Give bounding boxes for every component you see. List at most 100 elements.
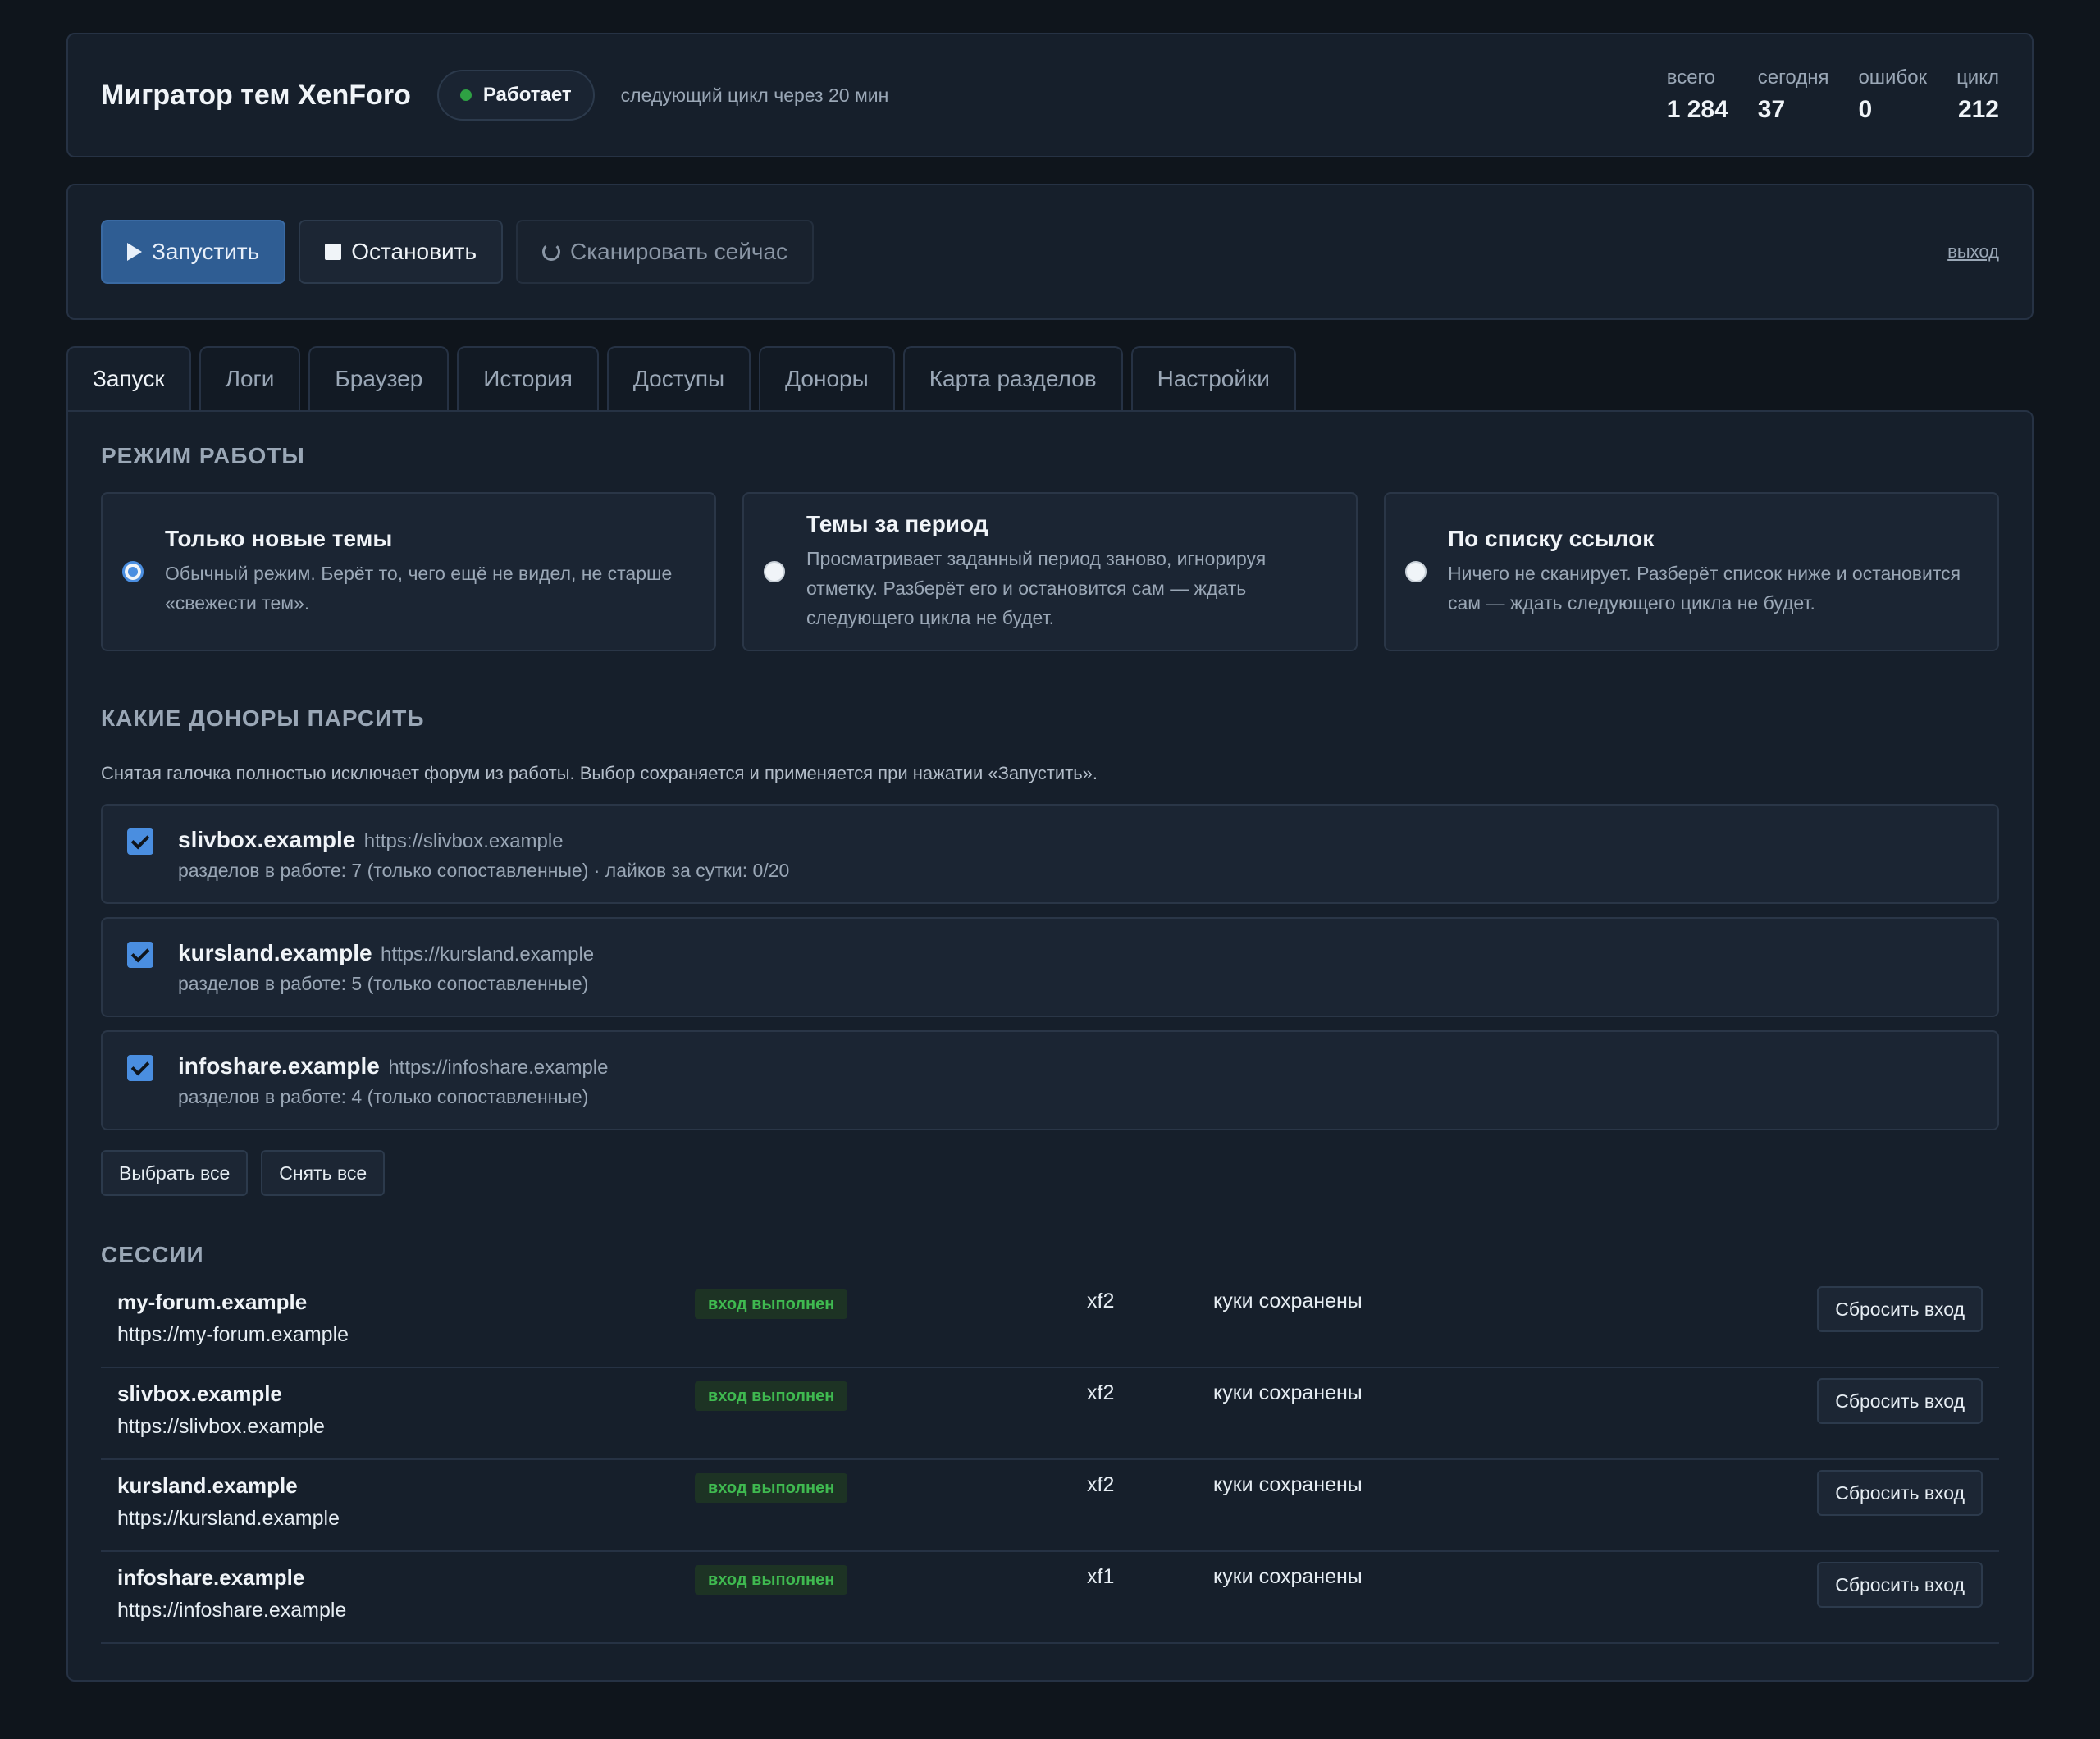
status-dot-icon	[459, 89, 472, 101]
tab-settings[interactable]: Настройки	[1130, 346, 1296, 410]
mode-option-title: Темы за период	[806, 511, 988, 536]
tab-history[interactable]: История	[457, 346, 599, 410]
tab-access[interactable]: Доступы	[606, 346, 751, 410]
donor-info: infoshare.example https://infoshare.exam…	[178, 1053, 608, 1108]
donor-name: kursland.example	[178, 940, 372, 965]
donor-name: slivbox.example	[178, 827, 356, 852]
session-status-cell: вход выполнен	[695, 1289, 1087, 1319]
stats-panel: всего 1 284 сегодня 37 ошибок 0 цикл 212	[1637, 66, 1999, 124]
session-site: infoshare.example https://infoshare.exam…	[117, 1565, 695, 1623]
mode-option-text: Только новые темы Обычный режим. Берёт т…	[165, 526, 695, 618]
mode-option-period[interactable]: Темы за период Просматривает заданный пе…	[742, 492, 1358, 651]
mode-radio-new-topics[interactable]	[122, 561, 144, 582]
app-root: Мигратор тем XenForo Работает следующий …	[66, 33, 2034, 1682]
session-row: my-forum.example https://my-forum.exampl…	[101, 1276, 1999, 1368]
header-bar: Мигратор тем XenForo Работает следующий …	[66, 33, 2034, 157]
tab-logs[interactable]: Логи	[199, 346, 301, 410]
donor-url: https://kursland.example	[381, 943, 595, 965]
status-label: Работает	[482, 84, 572, 106]
logout-link[interactable]: выход	[1947, 241, 1999, 262]
session-cookies: куки сохранены	[1213, 1473, 1363, 1496]
mode-option-link-list[interactable]: По списку ссылок Ничего не сканирует. Ра…	[1384, 492, 1999, 651]
refresh-icon	[542, 243, 561, 261]
donor-item[interactable]: infoshare.example https://infoshare.exam…	[101, 1030, 1999, 1130]
session-row: infoshare.example https://infoshare.exam…	[101, 1552, 1999, 1644]
stat-cycle-value: 212	[1957, 96, 1999, 123]
session-site: my-forum.example https://my-forum.exampl…	[117, 1289, 695, 1347]
stop-button[interactable]: Остановить	[299, 220, 504, 284]
stat-cycle-label: цикл	[1956, 66, 1999, 89]
reset-login-button[interactable]: Сбросить вход	[1817, 1470, 1983, 1516]
tab-browser[interactable]: Браузер	[308, 346, 450, 410]
mode-option-new-topics[interactable]: Только новые темы Обычный режим. Берёт т…	[101, 492, 716, 651]
mode-option-desc: Просматривает заданный период заново, иг…	[806, 548, 1267, 628]
deselect-all-button[interactable]: Снять все	[261, 1150, 386, 1196]
login-status-badge: вход выполнен	[695, 1565, 848, 1595]
select-all-button[interactable]: Выбрать все	[101, 1150, 249, 1196]
session-name: infoshare.example	[117, 1565, 305, 1590]
session-cookies: куки сохранены	[1213, 1381, 1363, 1404]
session-name: my-forum.example	[117, 1289, 308, 1314]
stop-icon	[325, 244, 342, 260]
donor-info: slivbox.example https://slivbox.example …	[178, 827, 789, 882]
mode-section-title: Режим работы	[101, 443, 305, 468]
scan-now-button-label: Сканировать сейчас	[570, 239, 788, 264]
login-status-badge: вход выполнен	[695, 1381, 848, 1411]
donor-select-buttons: Выбрать все Снять все	[101, 1150, 1999, 1196]
donor-checkbox[interactable]	[127, 1055, 153, 1081]
stat-errors-label: ошибок	[1858, 66, 1928, 89]
stat-today: сегодня 37	[1758, 66, 1829, 124]
tab-donors[interactable]: Доноры	[759, 346, 895, 410]
donor-checkbox[interactable]	[127, 828, 153, 855]
donor-item[interactable]: kursland.example https://kursland.exampl…	[101, 917, 1999, 1017]
session-status-cell: вход выполнен	[695, 1473, 1087, 1503]
donor-meta: разделов в работе: 4 (только сопоставлен…	[178, 1086, 589, 1107]
sessions-section-title: Сессии	[101, 1242, 204, 1267]
stat-errors-value: 0	[1858, 96, 1873, 123]
donor-meta: разделов в работе: 7 (только сопоставлен…	[178, 860, 790, 881]
session-engine: xf2	[1087, 1289, 1115, 1312]
session-engine: xf2	[1087, 1473, 1115, 1496]
stop-button-label: Остановить	[351, 239, 477, 264]
scan-now-button[interactable]: Сканировать сейчас	[516, 220, 815, 284]
donors-hint: Снятая галочка полностью исключает форум…	[101, 763, 1098, 783]
stat-total: всего 1 284	[1667, 66, 1728, 124]
donors-section-title: Какие доноры парсить	[101, 705, 425, 731]
mode-radio-link-list[interactable]	[1405, 561, 1427, 582]
tab-section-map[interactable]: Карта разделов	[902, 346, 1123, 410]
session-url: https://my-forum.example	[117, 1323, 349, 1346]
reset-login-button[interactable]: Сбросить вход	[1817, 1286, 1983, 1332]
session-url: https://kursland.example	[117, 1507, 340, 1530]
mode-option-text: По списку ссылок Ничего не сканирует. Ра…	[1448, 526, 1978, 618]
session-row: slivbox.example https://slivbox.example …	[101, 1368, 1999, 1460]
mode-option-title: По списку ссылок	[1448, 526, 1655, 551]
launch-panel: Режим работы Только новые темы Обычный р…	[66, 410, 2034, 1682]
stat-cycle: цикл 212	[1956, 66, 1999, 124]
session-site: slivbox.example https://slivbox.example	[117, 1381, 695, 1439]
sessions-table: my-forum.example https://my-forum.exampl…	[101, 1276, 1999, 1644]
session-status-cell: вход выполнен	[695, 1381, 1087, 1411]
session-name: kursland.example	[117, 1473, 298, 1498]
session-row: kursland.example https://kursland.exampl…	[101, 1460, 1999, 1552]
mode-option-text: Темы за период Просматривает заданный пе…	[806, 511, 1336, 632]
controls-bar: Запустить Остановить Сканировать сейчас …	[66, 184, 2034, 320]
stat-errors: ошибок 0	[1858, 66, 1927, 124]
donor-checkbox[interactable]	[127, 942, 153, 968]
donor-item[interactable]: slivbox.example https://slivbox.example …	[101, 804, 1999, 904]
tab-bar: Запуск Логи Браузер История Доступы Доно…	[66, 346, 2034, 410]
stat-today-label: сегодня	[1757, 66, 1829, 89]
mode-option-desc: Обычный режим. Берёт то, чего ещё не вид…	[165, 563, 673, 614]
stat-today-value: 37	[1757, 96, 1786, 123]
session-url: https://infoshare.example	[117, 1599, 347, 1622]
start-button[interactable]: Запустить	[101, 220, 286, 284]
session-engine: xf2	[1087, 1381, 1115, 1404]
donor-name: infoshare.example	[178, 1053, 380, 1079]
login-status-badge: вход выполнен	[695, 1473, 848, 1503]
tab-launch[interactable]: Запуск	[66, 346, 191, 410]
session-engine: xf1	[1087, 1565, 1115, 1588]
mode-radio-period[interactable]	[764, 561, 785, 582]
stat-total-value: 1 284	[1666, 96, 1728, 123]
donor-url: https://slivbox.example	[363, 830, 564, 852]
reset-login-button[interactable]: Сбросить вход	[1817, 1378, 1983, 1424]
reset-login-button[interactable]: Сбросить вход	[1817, 1562, 1983, 1608]
